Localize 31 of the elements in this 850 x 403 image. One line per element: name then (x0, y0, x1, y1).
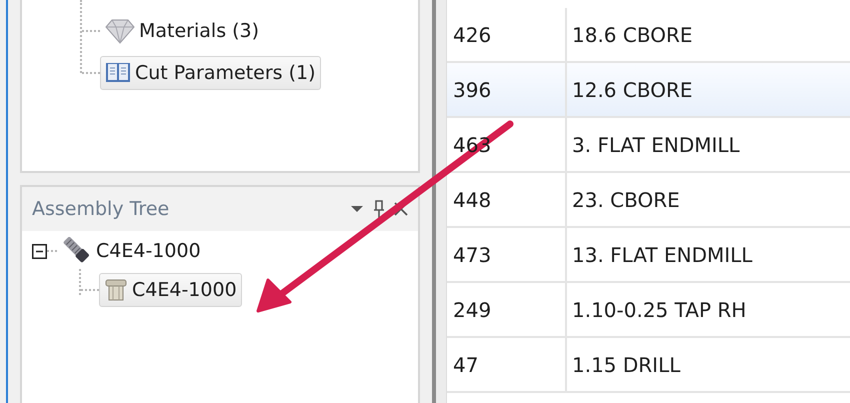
tree-item[interactable]: C4E4-1000 (99, 272, 242, 308)
tree-item[interactable]: Cut Parameters (1) (100, 56, 320, 90)
table-row[interactable]: 473 13. FLAT ENDMILL (447, 228, 850, 283)
table-cell-text: 12.6 CBORE (571, 76, 694, 104)
table-cell-text: 1.10-0.25 TAP RH (571, 296, 748, 324)
collapse-icon[interactable] (32, 244, 47, 258)
table-cell-text: 1.15 DRILL (571, 352, 682, 378)
table-row[interactable]: 448 23. CBORE (447, 173, 850, 228)
diamond-icon (105, 18, 135, 44)
pin-icon[interactable] (372, 200, 384, 218)
table-cell: 473 (447, 228, 567, 281)
table-cell: 448 (447, 173, 567, 226)
book-icon (105, 61, 131, 85)
table-cell-text: 13. FLAT ENDMILL (571, 242, 754, 268)
table-cell: 249 (447, 283, 567, 336)
panel-title: Assembly Tree (32, 196, 170, 222)
table-cell: 47 (447, 338, 567, 391)
table-cell: 426 (447, 8, 567, 61)
dropdown-icon[interactable] (351, 205, 363, 213)
cutter-icon (62, 237, 92, 265)
table-row[interactable]: 249 1.10-0.25 TAP RH (447, 283, 850, 338)
cylinder-icon (104, 278, 128, 302)
table-row[interactable]: 396 12.6 CBORE (447, 63, 850, 118)
tree-item[interactable]: C4E4-1000 (57, 234, 206, 268)
tree-item[interactable]: Materials (3) (100, 14, 264, 48)
close-icon[interactable] (394, 202, 408, 216)
table-cell-text: 18.6 CBORE (571, 22, 694, 48)
table-row[interactable]: 47 1.15 DRILL (447, 338, 850, 393)
table-cell-text: 3. FLAT ENDMILL (571, 132, 741, 158)
table-cell: 396 (447, 63, 567, 116)
table-cell-text: 23. CBORE (571, 186, 681, 214)
